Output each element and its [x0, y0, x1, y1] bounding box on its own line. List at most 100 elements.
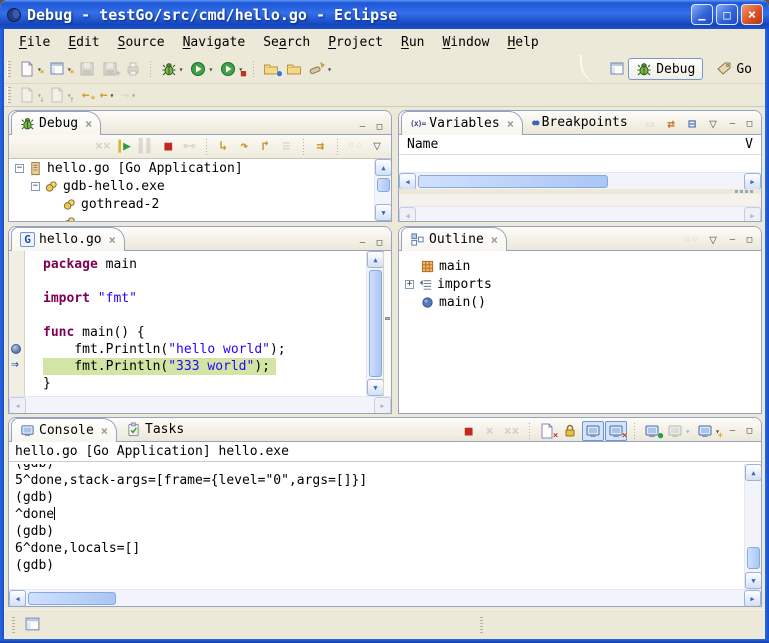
close-tab-icon[interactable]: × [85, 117, 92, 131]
new-wizard-button[interactable]: *▾ [46, 59, 75, 79]
view-minimize-icon[interactable]: — [725, 234, 740, 247]
tree-item-main[interactable]: main() [399, 293, 761, 311]
detail-pane-sash[interactable] [399, 189, 761, 194]
scroll-left-button[interactable]: ◀ [9, 590, 26, 607]
dropdown-arrow-icon[interactable]: ▾ [327, 65, 332, 74]
close-button[interactable]: × [741, 4, 763, 25]
back-to-last-edit-location-button[interactable]: ←* [76, 85, 96, 105]
view-maximize-icon[interactable]: □ [742, 118, 757, 131]
code-line[interactable]: import "fmt" [43, 290, 366, 307]
code-line[interactable]: package main [43, 256, 366, 273]
toolbar-grip[interactable] [7, 87, 11, 103]
close-tab-icon[interactable]: × [109, 233, 116, 247]
menu-search[interactable]: Search [254, 33, 319, 52]
view-maximize-icon[interactable]: □ [372, 237, 387, 250]
minimize-button[interactable]: — [691, 4, 713, 25]
view-minimize-icon[interactable]: — [355, 121, 370, 134]
view-minimize-icon[interactable]: — [355, 237, 370, 250]
code-line[interactable]: func main() { [43, 324, 366, 341]
resume-button[interactable]: ▍▶ [115, 137, 135, 157]
debug-button[interactable]: ▾ [158, 59, 187, 79]
tree-item-gothread-2[interactable]: gothread-2 [9, 195, 374, 213]
open-console-button[interactable]: +▾ [694, 421, 723, 441]
maximize-button[interactable]: □ [716, 4, 738, 25]
scroll-down-button[interactable]: ▼ [375, 204, 392, 221]
dropdown-arrow-icon[interactable]: ▾ [685, 427, 690, 436]
back-button[interactable]: ←▾ [97, 85, 118, 105]
tree-item-gdb-hello-exe[interactable]: −gdb-hello.exe [9, 177, 374, 195]
menu-run[interactable]: Run [392, 33, 433, 52]
terminate-button[interactable]: ■ [158, 137, 178, 157]
instruction-pointer-marker[interactable]: ⇒ [11, 360, 19, 370]
scroll-up-button[interactable]: ▲ [745, 464, 762, 481]
step-into-button[interactable]: ↳ [213, 137, 233, 157]
dropdown-arrow-icon[interactable]: ▾ [179, 65, 184, 74]
open-type-button[interactable]: ● [260, 59, 282, 79]
close-tab-icon[interactable]: × [101, 424, 108, 438]
view-maximize-icon[interactable]: □ [742, 234, 757, 247]
expand-icon[interactable]: + [405, 280, 414, 289]
code-line[interactable] [43, 273, 366, 290]
run-button[interactable]: ▾ [187, 59, 216, 79]
editor-marker-bar[interactable]: ⇒ [9, 251, 25, 396]
scroll-thumb[interactable] [377, 178, 390, 192]
console-output[interactable]: (gdb)5^done,stack-args=[frame={level="0"… [9, 464, 744, 589]
menu-project[interactable]: Project [319, 33, 392, 52]
use-step-filters-button[interactable]: ⇉ [310, 137, 330, 157]
toolbar-grip[interactable] [7, 61, 11, 77]
scroll-lock-button[interactable] [559, 421, 581, 441]
scroll-right-button[interactable]: ▶ [744, 173, 761, 190]
open-resource-button[interactable] [283, 59, 305, 79]
fast-view-button[interactable] [21, 615, 44, 635]
scroll-thumb[interactable] [747, 547, 760, 569]
scroll-down-button[interactable]: ▼ [745, 572, 762, 589]
code-line[interactable]: fmt.Println("333 world"); [43, 358, 366, 375]
menu-navigate[interactable]: Navigate [174, 33, 255, 52]
view-menu-button[interactable]: ▽ [703, 114, 723, 134]
pin-console-button[interactable]: ● [641, 421, 663, 441]
tab-debug[interactable]: Debug× [11, 111, 101, 135]
column-name[interactable]: Name [407, 137, 438, 152]
tab-tasks[interactable]: Tasks [118, 418, 192, 441]
scroll-up-button[interactable]: ▲ [367, 251, 384, 268]
scroll-left-button[interactable]: ◀ [399, 173, 416, 190]
collapse-icon[interactable]: − [31, 182, 40, 191]
menu-help[interactable]: Help [498, 33, 547, 52]
view-maximize-icon[interactable]: □ [372, 121, 387, 134]
step-return-button[interactable]: ↱ [255, 137, 275, 157]
dropdown-arrow-icon[interactable]: ▾ [109, 91, 114, 100]
search-button[interactable]: ▾ [306, 59, 335, 79]
show-logical-structure-button[interactable]: ⇄ [661, 114, 681, 134]
scroll-up-button[interactable]: ▲ [375, 159, 392, 176]
clear-console-button[interactable]: × [536, 421, 558, 441]
show-stdout-when-changed-button[interactable] [582, 421, 604, 441]
dropdown-arrow-icon[interactable]: ▾ [131, 91, 136, 100]
perspective-debug-button[interactable]: Debug [628, 58, 703, 80]
scroll-right-button[interactable]: ▶ [744, 590, 761, 607]
tab-breakpoints[interactable]: ●●Breakpoints [524, 111, 636, 134]
console-hscrollbar[interactable]: ◀ ▶ [9, 589, 761, 606]
view-minimize-icon[interactable]: — [725, 118, 740, 131]
dropdown-arrow-icon[interactable]: ▾ [208, 65, 213, 74]
code-line[interactable]: fmt.Println("hello world"); [43, 341, 366, 358]
menu-edit[interactable]: Edit [59, 33, 108, 52]
show-stderr-when-changed-button[interactable]: × [605, 421, 627, 441]
title-bar[interactable]: Debug - testGo/src/cmd/hello.go - Eclips… [0, 0, 769, 29]
menu-source[interactable]: Source [109, 33, 174, 52]
menu-window[interactable]: Window [433, 33, 498, 52]
tree-item-imports[interactable]: +imports [399, 275, 761, 293]
new-button[interactable]: *▾ [16, 59, 45, 79]
column-value[interactable]: V [745, 137, 753, 152]
view-menu-button[interactable]: ▽ [367, 137, 387, 157]
terminate-button[interactable]: ■ [459, 421, 479, 441]
scroll-thumb[interactable] [369, 270, 382, 377]
tab-outline[interactable]: Outline× [401, 227, 507, 251]
code-line[interactable] [43, 307, 366, 324]
variables-hscrollbar[interactable]: ◀ ▶ [399, 172, 761, 189]
view-minimize-icon[interactable]: — [725, 425, 740, 438]
code-line[interactable]: } [43, 375, 366, 392]
perspective-go-button[interactable]: Go [709, 59, 759, 79]
step-over-button[interactable]: ↷ [234, 137, 254, 157]
open-perspective-button[interactable] [606, 59, 628, 79]
console-vscrollbar[interactable]: ▲ ▼ [744, 464, 761, 589]
